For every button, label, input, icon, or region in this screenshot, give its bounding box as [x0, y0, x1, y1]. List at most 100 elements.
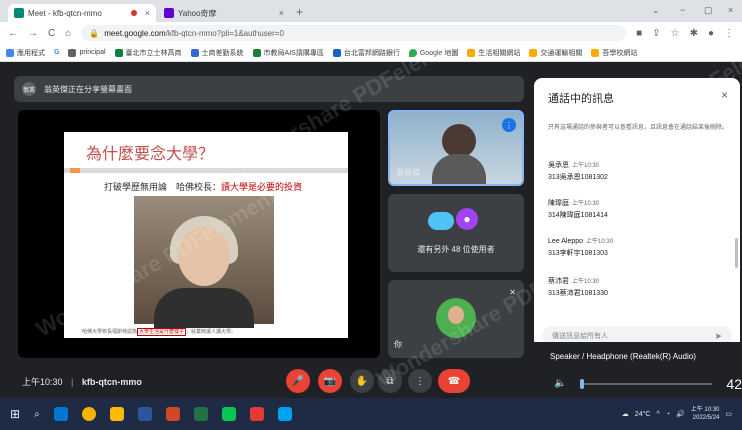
windows-start-icon[interactable]: ⊞ — [10, 407, 20, 421]
bookmark-label: 士商差勤系統 — [201, 49, 244, 57]
pdfelement-icon[interactable] — [249, 407, 264, 421]
system-tray: ☁ 24°C ^ ◔ 🔊 上午 10:30 2022/5/24 ▭ — [622, 406, 732, 422]
speaker-tile[interactable]: ⋮ 翁英傑 — [388, 110, 524, 186]
slide-caption: 哈佛大學校長福斯特認為 大學生活是什麼樣子 ，就業時讓人讀大學。 — [82, 328, 236, 336]
profile-avatar[interactable]: ● — [708, 28, 714, 39]
folder-icon — [529, 48, 538, 57]
slide-photo — [134, 196, 274, 328]
home-icon[interactable]: ⌂ — [65, 28, 71, 39]
bookmark-folder[interactable]: 生活相關網站 — [467, 48, 520, 58]
slide-divider — [64, 168, 348, 173]
new-tab-button[interactable]: + — [296, 5, 303, 19]
task-view-icon[interactable] — [53, 407, 68, 421]
more-options-button[interactable]: ⋮ — [408, 369, 432, 393]
word-icon[interactable] — [137, 407, 152, 421]
line-icon[interactable] — [221, 407, 236, 421]
reload-icon[interactable]: C — [48, 28, 55, 39]
mic-off-button[interactable]: 🎤 — [286, 369, 310, 393]
address-bar: ← → C ⌂ 🔒 meet.google.com/kfb-qtcn-mmo?p… — [0, 22, 742, 44]
chat-placeholder: 傳送訊息給所有人 — [552, 333, 608, 340]
slide-subtitle-highlight: 讀大學是必要的投資 — [221, 183, 303, 193]
bookmark-label: 臺北市立士林高商 — [125, 49, 182, 57]
bookmark-apps[interactable]: 應用程式 — [6, 48, 45, 58]
message-text: 313李軒宇1081303 — [548, 250, 608, 257]
chat-notice: 只有這場通話的參與者可以查看訊息，且訊息會在通話結束後刪除。 — [548, 125, 729, 131]
minimize-button[interactable]: − — [680, 5, 685, 15]
camera-permission-icon[interactable]: ■ — [636, 28, 642, 39]
bookmark-label: G — [54, 49, 60, 56]
bookmark-maps[interactable]: Google 地圖 — [408, 48, 459, 58]
camera-off-button[interactable]: 📷 — [318, 369, 342, 393]
self-tile[interactable]: ✕ 你 — [388, 280, 524, 358]
others-count: 還有另外 48 位使用者 — [417, 245, 495, 254]
bookmark-principal[interactable]: principal — [68, 48, 106, 57]
bookmark-label: 生活相關網站 — [478, 49, 521, 57]
url-field[interactable]: 🔒 meet.google.com/kfb-qtcn-mmo?pli=1&aut… — [81, 25, 627, 41]
tab-meet[interactable]: Meet - kfb-qtcn-mmo × — [8, 4, 156, 22]
others-tile[interactable]: ● 還有另外 48 位使用者 — [388, 194, 524, 272]
folder-icon — [467, 48, 476, 57]
shared-screen: 為什麼要念大學？ 打破學歷無用論 哈佛校長：讀大學是必要的投資 哈佛大學校長福斯… — [18, 110, 380, 358]
network-icon[interactable]: ◔ — [666, 411, 670, 418]
message-time: 上午10:30 — [572, 279, 600, 285]
file-explorer-icon[interactable] — [109, 407, 124, 421]
tab-yahoo[interactable]: Yahoo奇摩 × — [158, 4, 290, 22]
message-text: 314陳瑋庭1081414 — [548, 212, 608, 219]
back-icon[interactable]: ← — [8, 28, 18, 39]
speaker-icon[interactable]: 🔈 — [554, 378, 566, 389]
message-time: 上午10:30 — [572, 163, 600, 169]
slide-subtitle: 打破學歷無用論 哈佛校長：讀大學是必要的投資 — [104, 180, 302, 193]
bookmark-label: 市教局AIS請購專區 — [263, 49, 324, 57]
hang-up-button[interactable]: ☎ — [438, 369, 470, 393]
send-icon[interactable]: ➤ — [714, 331, 722, 342]
windows-taskbar: ⊞ ⌕ ☁ 24°C ^ ◔ 🔊 上午 10:30 2022/5/24 ▭ — [0, 398, 742, 430]
bookmark-ais[interactable]: 市教局AIS請購專區 — [252, 48, 324, 58]
powerpoint-icon[interactable] — [165, 407, 180, 421]
clock[interactable]: 上午 10:30 2022/5/24 — [691, 406, 720, 422]
excel-icon[interactable] — [193, 407, 208, 421]
bookmark-school[interactable]: 臺北市立士林高商 — [114, 48, 182, 58]
star-icon[interactable]: ☆ — [671, 28, 680, 39]
message-sender: 吳承恩 — [548, 162, 569, 169]
tab-search-icon[interactable]: ⌄ — [652, 5, 660, 16]
bookmark-google[interactable]: G — [54, 49, 59, 56]
close-tab-icon[interactable]: × — [145, 8, 150, 18]
close-tab-icon[interactable]: × — [279, 8, 284, 18]
volume-icon[interactable]: 🔊 — [676, 410, 685, 418]
maximize-button[interactable]: ▢ — [704, 5, 713, 16]
tab-strip: Meet - kfb-qtcn-mmo × Yahoo奇摩 × + ⌄ − ▢ … — [0, 0, 742, 22]
volume-knob[interactable] — [580, 379, 584, 389]
chat-scrollbar[interactable] — [735, 238, 738, 268]
notification-icon[interactable]: ▭ — [725, 410, 732, 418]
bookmark-folder[interactable]: 吾學校網站 — [591, 48, 637, 58]
present-button[interactable]: ⧉ — [378, 369, 402, 393]
close-icon[interactable]: × — [721, 88, 728, 102]
forward-icon[interactable]: → — [28, 28, 38, 39]
meeting-code: kfb-qtcn-mmo — [81, 377, 142, 387]
school-icon — [114, 48, 123, 57]
weather-icon[interactable]: ☁ — [622, 410, 629, 418]
recording-dot-icon — [130, 10, 137, 16]
bookmark-attendance[interactable]: 士商差勤系統 — [190, 48, 244, 58]
share-icon[interactable]: ⇪ — [652, 28, 660, 39]
message-time: 上午10:30 — [586, 239, 614, 245]
app-icon[interactable] — [277, 407, 292, 421]
caption-box: 大學生活是什麼樣子 — [137, 328, 187, 336]
bookmark-folder[interactable]: 交通運輸相關 — [529, 48, 582, 58]
mic-muted-icon: ✕ — [509, 288, 516, 297]
extensions-icon[interactable]: ✱ — [690, 28, 698, 39]
slide-subtitle-prefix: 打破學歷無用論 哈佛校長： — [104, 183, 222, 193]
message-text: 313吳承恩1081302 — [548, 174, 608, 181]
chrome-icon[interactable] — [81, 407, 96, 421]
browser-menu-icon[interactable]: ⋮ — [724, 28, 734, 39]
search-icon[interactable]: ⌕ — [34, 409, 40, 420]
presentation-slide: 為什麼要念大學？ 打破學歷無用論 哈佛校長：讀大學是必要的投資 哈佛大學校長福斯… — [64, 132, 348, 338]
volume-slider[interactable] — [580, 379, 712, 389]
raise-hand-button[interactable]: ✋ — [350, 369, 374, 393]
chevron-up-icon[interactable]: ^ — [656, 411, 659, 418]
meeting-time: 上午10:30 — [22, 377, 63, 387]
close-window-button[interactable]: × — [728, 5, 733, 15]
bookmark-bank[interactable]: 台北富邦網路銀行 — [332, 48, 400, 58]
meeting-bottom-bar: 上午10:30 | kfb-qtcn-mmo 🎤 📷 ✋ ⧉ ⋮ ☎ — [0, 366, 534, 398]
bookmark-label: Google 地圖 — [419, 49, 459, 57]
